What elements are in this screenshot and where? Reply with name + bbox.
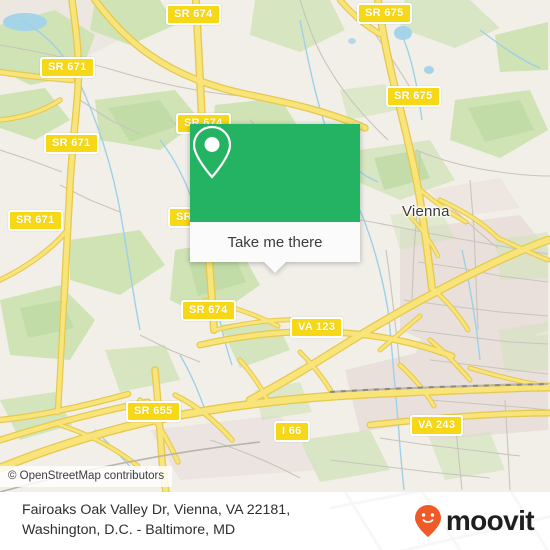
road-shield: VA 123: [290, 317, 344, 338]
address-line-1: Fairoaks Oak Valley Dr, Vienna, VA 22181…: [22, 502, 291, 518]
road-shield: SR 675: [386, 86, 441, 107]
location-popup[interactable]: Take me there: [190, 124, 360, 273]
popup-image-area: [190, 124, 360, 222]
moovit-smiley-pin-icon: [414, 505, 441, 537]
place-label: Vienna: [402, 203, 450, 220]
take-me-there-button[interactable]: Take me there: [190, 222, 360, 262]
road-shield: SR 674: [181, 300, 236, 321]
map-attribution[interactable]: © OpenStreetMap contributors: [0, 466, 173, 487]
take-me-there-label: Take me there: [227, 233, 323, 251]
road-shield: SR 674: [166, 4, 221, 25]
road-shield: SR 671: [40, 57, 95, 78]
popup-tail: [264, 262, 286, 273]
moovit-wordmark: moovit: [445, 505, 535, 536]
road-shield: SR 671: [44, 133, 99, 154]
road-shield: I 66: [274, 421, 310, 442]
location-address: Fairoaks Oak Valley Dr, Vienna, VA 22181…: [22, 500, 382, 540]
address-line-2: Washington, D.C. - Baltimore, MD: [22, 522, 236, 538]
map-canvas[interactable]: SR 674 SR 675 SR 671 SR 675 SR 674 SR 671 SR 6…: [0, 0, 550, 492]
map-screenshot: SR 674 SR 675 SR 671 SR 675 SR 674 SR 671 SR 6…: [0, 0, 550, 550]
road-shield: VA 243: [410, 415, 464, 436]
moovit-logo[interactable]: moovit: [414, 505, 535, 537]
road-shield: SR 655: [126, 401, 181, 422]
footer-bar: Fairoaks Oak Valley Dr, Vienna, VA 22181…: [0, 492, 550, 550]
map-pin-icon: [192, 125, 232, 179]
road-shield: SR 675: [357, 3, 412, 24]
road-shield: SR 671: [8, 210, 63, 231]
